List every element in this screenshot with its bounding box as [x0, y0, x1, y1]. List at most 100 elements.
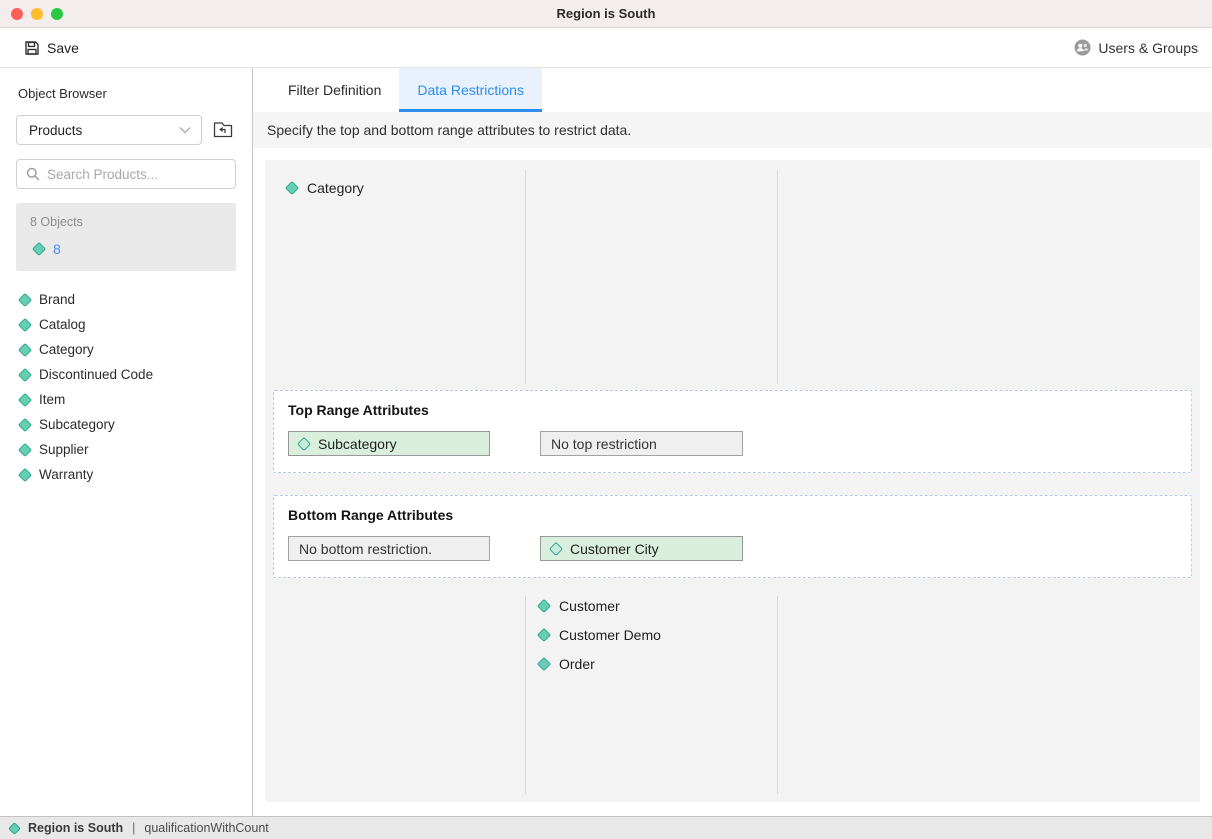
column-divider: [525, 596, 526, 794]
sidebar-item-supplier[interactable]: Supplier: [20, 437, 236, 462]
save-button[interactable]: Save: [24, 40, 79, 56]
search-field: [16, 159, 236, 189]
canvas-item-customer-demo[interactable]: Customer Demo: [539, 627, 661, 643]
sidebar-item-subcategory[interactable]: Subcategory: [20, 412, 236, 437]
sidebar-item-label: Supplier: [39, 442, 89, 457]
sidebar-item-label: Category: [39, 342, 94, 357]
title-bar: Region is South: [0, 0, 1212, 28]
window-title: Region is South: [0, 6, 1212, 21]
attribute-diamond-icon: [18, 342, 32, 356]
empty-slot-label: No bottom restriction.: [299, 541, 432, 557]
restrictions-canvas: Category Top Range Attributes Subcategor…: [265, 160, 1200, 802]
attribute-diamond-icon: [537, 628, 551, 642]
objects-count-label: 8 Objects: [30, 215, 224, 229]
canvas-item-category[interactable]: Category: [287, 180, 364, 196]
attribute-diamond-icon: [18, 467, 32, 481]
objects-summary-box: 8 Objects 8: [16, 203, 236, 271]
sidebar-item-label: Subcategory: [39, 417, 115, 432]
column-divider: [525, 170, 526, 384]
attribute-diamond-icon: [297, 436, 311, 450]
objects-count-row: 8: [30, 241, 224, 257]
sidebar-item-label: Brand: [39, 292, 75, 307]
object-browser-panel: Object Browser Products: [0, 68, 253, 816]
sidebar-item-discontinued-code[interactable]: Discontinued Code: [20, 362, 236, 387]
sidebar-item-category[interactable]: Category: [20, 337, 236, 362]
source-dropdown[interactable]: Products: [16, 115, 202, 145]
canvas-item-customer[interactable]: Customer: [539, 598, 661, 614]
empty-slot-label: No top restriction: [551, 436, 657, 452]
sidebar-item-brand[interactable]: Brand: [20, 287, 236, 312]
status-filter-name: Region is South: [28, 821, 123, 835]
bottom-range-title: Bottom Range Attributes: [288, 507, 1177, 523]
attribute-diamond-icon: [285, 181, 299, 195]
move-to-folder-button[interactable]: [210, 118, 236, 142]
source-dropdown-value: Products: [29, 123, 82, 138]
top-range-title: Top Range Attributes: [288, 402, 1177, 418]
top-range-slots: Subcategory No top restriction: [288, 431, 1177, 456]
canvas-item-label: Category: [307, 180, 364, 196]
users-groups-label: Users & Groups: [1098, 40, 1198, 56]
attribute-diamond-icon: [18, 417, 32, 431]
toolbar: Save Users & Groups: [0, 28, 1212, 68]
top-range-section: Top Range Attributes Subcategory No top …: [273, 390, 1192, 473]
attribute-diamond-icon: [18, 292, 32, 306]
save-label: Save: [47, 40, 79, 56]
section-gap: [265, 473, 1200, 495]
app-window: Region is South Save: [0, 0, 1212, 839]
chip-label: Subcategory: [318, 436, 397, 452]
top-range-attribute-chip[interactable]: Subcategory: [288, 431, 490, 456]
sidebar-item-label: Discontinued Code: [39, 367, 153, 382]
sidebar-item-label: Item: [39, 392, 65, 407]
attribute-diamond-icon: [537, 599, 551, 613]
bottom-items-column: Customer Customer Demo Order: [539, 598, 661, 672]
top-hierarchy-zone: Category: [265, 160, 1200, 390]
canvas-item-label: Order: [559, 656, 595, 672]
top-range-empty-slot[interactable]: No top restriction: [540, 431, 743, 456]
canvas-item-order[interactable]: Order: [539, 656, 661, 672]
object-browser-title: Object Browser: [18, 86, 236, 101]
tab-filter-definition[interactable]: Filter Definition: [270, 68, 399, 112]
sidebar-item-label: Warranty: [39, 467, 93, 482]
bottom-range-attribute-chip[interactable]: Customer City: [540, 536, 743, 561]
attribute-diamond-icon: [18, 392, 32, 406]
canvas-item-label: Customer: [559, 598, 620, 614]
objects-count-link[interactable]: 8: [53, 241, 61, 257]
chip-label: Customer City: [570, 541, 659, 557]
search-input[interactable]: [47, 167, 227, 182]
bottom-range-section: Bottom Range Attributes No bottom restri…: [273, 495, 1192, 578]
attribute-diamond-icon: [18, 317, 32, 331]
instruction-bar: Specify the top and bottom range attribu…: [253, 112, 1212, 148]
source-selector-row: Products: [16, 115, 236, 145]
sidebar-item-item[interactable]: Item: [20, 387, 236, 412]
status-separator: |: [132, 821, 135, 835]
status-detail: qualificationWithCount: [144, 821, 268, 835]
search-icon: [26, 167, 40, 181]
chevron-down-icon: [179, 126, 191, 134]
sidebar-item-warranty[interactable]: Warranty: [20, 462, 236, 487]
attribute-diamond-icon: [18, 367, 32, 381]
users-groups-button[interactable]: Users & Groups: [1074, 39, 1198, 56]
status-bar: Region is South | qualificationWithCount: [0, 817, 1212, 839]
sidebar-item-catalog[interactable]: Catalog: [20, 312, 236, 337]
attribute-diamond-icon: [32, 242, 46, 256]
instruction-text: Specify the top and bottom range attribu…: [267, 122, 631, 138]
column-divider: [777, 596, 778, 794]
folder-up-icon: [213, 121, 233, 139]
bottom-hierarchy-zone: Customer Customer Demo Order: [265, 578, 1200, 802]
canvas-wrap: Category Top Range Attributes Subcategor…: [253, 148, 1212, 816]
bottom-range-slots: No bottom restriction. Customer City: [288, 536, 1177, 561]
attribute-diamond-icon: [8, 822, 21, 835]
attribute-diamond-icon: [549, 541, 563, 555]
canvas-item-label: Customer Demo: [559, 627, 661, 643]
attribute-diamond-icon: [18, 442, 32, 456]
save-icon: [24, 40, 40, 56]
main-panel: Filter Definition Data Restrictions Spec…: [253, 68, 1212, 816]
column-divider: [777, 170, 778, 384]
tab-data-restrictions[interactable]: Data Restrictions: [399, 68, 542, 112]
attribute-diamond-icon: [537, 657, 551, 671]
attribute-list: Brand Catalog Category Discontinued Code…: [16, 283, 236, 487]
bottom-range-empty-slot[interactable]: No bottom restriction.: [288, 536, 490, 561]
sidebar-item-label: Catalog: [39, 317, 86, 332]
window-body: Object Browser Products: [0, 68, 1212, 817]
tab-bar: Filter Definition Data Restrictions: [253, 68, 1212, 112]
